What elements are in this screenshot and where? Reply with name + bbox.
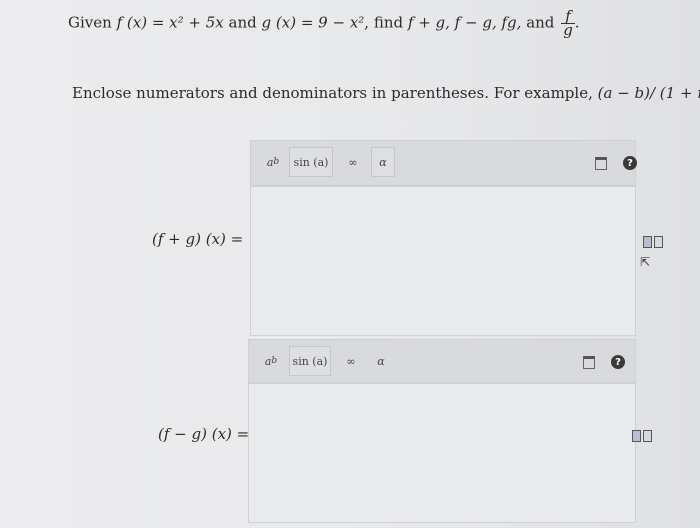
help-icon-2[interactable]: ? bbox=[611, 355, 625, 369]
f-plus-g-label: (f + g) (x) = bbox=[152, 230, 244, 248]
help-glyph-2: ? bbox=[615, 356, 621, 368]
sin-label-2: sin (a) bbox=[292, 354, 328, 368]
instruction-body: Enclose numerators and denominators in p… bbox=[72, 84, 593, 102]
preview-icon[interactable] bbox=[643, 236, 663, 250]
sin-label: sin (a) bbox=[293, 155, 329, 169]
answer-input-f-minus-g[interactable] bbox=[248, 383, 636, 523]
sin-button-2[interactable]: sin (a) bbox=[289, 346, 331, 376]
infinity-button-2[interactable]: ∞ bbox=[339, 346, 363, 376]
trash-icon[interactable] bbox=[595, 157, 607, 170]
f-minus-g-label: (f − g) (x) = bbox=[158, 425, 250, 443]
sin-button[interactable]: sin (a) bbox=[289, 147, 333, 177]
infinity-button[interactable]: ∞ bbox=[341, 147, 365, 177]
question-text: Given f (x) = x² + 5x and g (x) = 9 − x²… bbox=[68, 9, 580, 39]
preview-icon-2[interactable] bbox=[632, 430, 652, 444]
question-find: , find bbox=[364, 13, 404, 32]
power-exponent-2: b bbox=[271, 356, 278, 366]
power-exponent: b bbox=[273, 157, 280, 167]
infinity-label: ∞ bbox=[348, 155, 358, 169]
g-definition: g (x) = 9 − x² bbox=[261, 13, 365, 32]
alpha-label-2: α bbox=[377, 354, 385, 368]
alpha-label: α bbox=[379, 155, 387, 169]
math-toolbar-2: ab sin (a) ∞ α ? bbox=[248, 339, 636, 383]
power-button[interactable]: ab bbox=[259, 147, 287, 177]
help-glyph: ? bbox=[627, 157, 633, 169]
instruction-text: Enclose numerators and denominators in p… bbox=[72, 84, 700, 102]
f-definition: f (x) = x² + 5x bbox=[116, 13, 224, 32]
instruction-example: (a − b)/ (1 + n). bbox=[597, 84, 700, 102]
math-toolbar-1: ab sin (a) ∞ α ? bbox=[250, 140, 637, 186]
question-and-2: and bbox=[526, 13, 555, 32]
help-icon[interactable]: ? bbox=[623, 156, 637, 170]
alpha-button[interactable]: α bbox=[371, 147, 395, 177]
infinity-label-2: ∞ bbox=[346, 354, 356, 368]
alpha-button-2[interactable]: α bbox=[369, 346, 393, 376]
question-and-1: and bbox=[228, 13, 257, 32]
trash-icon-2[interactable] bbox=[583, 356, 595, 369]
question-period: . bbox=[574, 13, 580, 32]
power-button-2[interactable]: ab bbox=[257, 346, 285, 376]
question-ops: f + g, f − g, fg, bbox=[407, 13, 522, 32]
answer-input-f-plus-g[interactable] bbox=[250, 186, 636, 336]
cursor-icon: ⇱ bbox=[640, 255, 651, 269]
question-prefix: Given bbox=[68, 13, 112, 32]
f-over-g-fraction: f g bbox=[561, 9, 575, 39]
fraction-denominator: g bbox=[563, 21, 573, 39]
